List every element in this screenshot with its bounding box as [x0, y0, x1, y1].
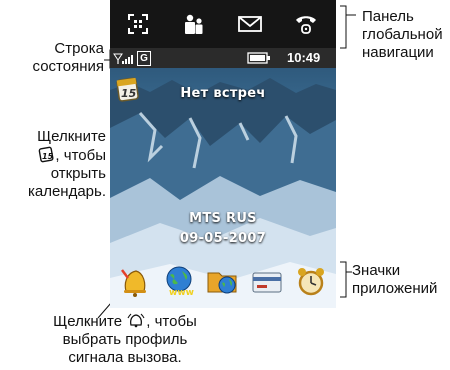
calendar-line-2: 15 , чтобы	[0, 146, 106, 165]
app-icons-callout: Значки приложений	[352, 262, 450, 298]
phone-handset-icon	[296, 16, 316, 34]
app-icon-ring-profile[interactable]	[118, 264, 152, 298]
signal-strength-icon	[113, 53, 133, 64]
app-icon-alarm[interactable]	[294, 264, 328, 298]
global-nav-bracket	[340, 5, 356, 49]
calendar-line-1: Щелкните	[37, 128, 106, 145]
envelope-icon	[238, 16, 262, 32]
global-nav-line-3: навигации	[362, 44, 434, 61]
global-navigation-bar	[110, 0, 336, 48]
network-type-badge: G	[137, 51, 151, 66]
ring-profile-line-3: сигнала вызова.	[68, 349, 182, 366]
ring-profile-lead: Щелкните	[53, 313, 127, 330]
global-nav-callout: Панель глобальной навигации	[362, 8, 450, 62]
calendar-line-2-text: , чтобы	[55, 147, 106, 164]
card-icon	[252, 272, 282, 293]
bell-icon	[121, 269, 146, 297]
app-icon-card[interactable]	[250, 266, 284, 298]
bell-inline-icon	[127, 313, 145, 328]
alarm-clock-icon	[298, 268, 324, 296]
calendar-inline-date: 15	[42, 152, 54, 161]
calendar-callout: Щелкните 15 , чтобы открыть календарь.	[0, 128, 106, 201]
battery-icon	[247, 52, 270, 64]
dialpad-grid-icon	[128, 14, 148, 34]
ring-profile-line-2: выбрать профиль	[62, 331, 188, 348]
contacts-button[interactable]	[166, 0, 222, 48]
status-bar: G 10:49	[110, 48, 336, 68]
calendar-line-4: календарь.	[27, 183, 106, 200]
status-row-callout: Строка состояния	[0, 40, 104, 76]
phone-screen: G 10:49 15 Нет встреч MTS RUS 09-05-2007	[110, 0, 336, 308]
no-meetings-text: Нет встреч	[180, 86, 266, 101]
ring-profile-line-1: Щелкните , чтобы	[20, 312, 230, 331]
ring-profile-line-1-text: , чтобы	[146, 313, 197, 330]
app-icons-line-1: Значки	[352, 262, 401, 279]
phone-button[interactable]	[278, 0, 334, 48]
messages-button[interactable]	[222, 0, 278, 48]
calendar-line-3: открыть	[50, 165, 106, 182]
operator-name: MTS RUS	[189, 211, 257, 226]
calendar-inline-icon: 15	[39, 146, 54, 163]
folder-globe-icon	[207, 272, 237, 294]
contacts-icon	[185, 14, 203, 34]
app-icons-bracket	[340, 261, 352, 298]
app-icon-browser[interactable]: www	[162, 264, 196, 298]
app-icons-line-2: приложений	[352, 280, 438, 297]
browser-www-label: www	[169, 288, 194, 298]
dialpad-grid-button[interactable]	[110, 0, 166, 48]
current-date: 09-05-2007	[179, 231, 267, 246]
app-icon-web-folder[interactable]	[206, 264, 240, 298]
wallpaper: 15 Нет встреч MTS RUS 09-05-2007 www	[110, 68, 336, 308]
global-nav-line-1: Панель	[362, 8, 414, 25]
status-row-line-1: Строка	[54, 40, 104, 57]
global-nav-line-2: глобальной	[362, 26, 443, 43]
status-row-line-2: состояния	[32, 58, 104, 75]
ring-profile-callout: Щелкните , чтобы выбрать профиль сигнала…	[20, 312, 230, 367]
globe-www-icon: www	[166, 266, 194, 298]
status-time: 10:49	[287, 50, 321, 65]
